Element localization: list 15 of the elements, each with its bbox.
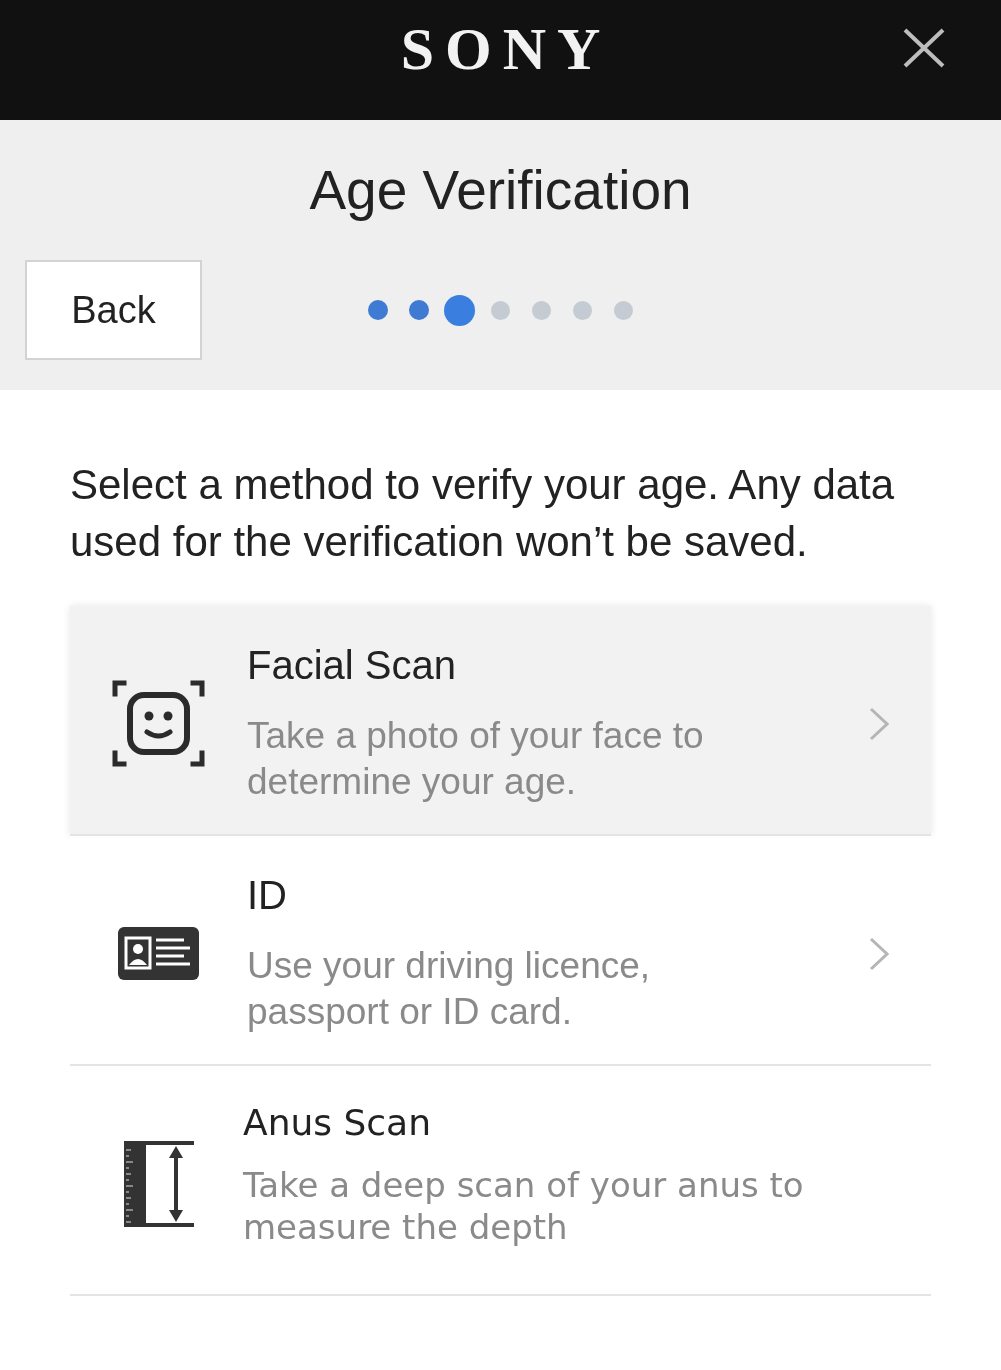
option-title: Facial Scan <box>247 642 456 689</box>
brand-logo: SONY <box>399 19 612 79</box>
ruler-depth-icon <box>123 1139 194 1228</box>
option-description: Take a deep scan of your anus to measure the depth <box>243 1164 805 1248</box>
close-icon[interactable] <box>903 28 945 68</box>
back-button[interactable]: Back <box>25 260 202 360</box>
id-card-icon <box>118 927 199 980</box>
option-title: Anus Scan <box>243 1101 431 1145</box>
page-title: Age Verification <box>308 158 693 223</box>
face-scan-icon <box>112 680 205 767</box>
verification-option[interactable]: Facial Scan Take a photo of your face to determine your age. <box>70 606 931 836</box>
instruction-text: Select a method to verify your age. Any data used for the verification won’t be saved. <box>70 460 896 567</box>
option-description: Use your driving licence, passport or ID card. <box>247 944 652 1034</box>
option-title: ID <box>247 872 287 919</box>
option-description: Take a photo of your face to determine your age. <box>247 714 705 804</box>
